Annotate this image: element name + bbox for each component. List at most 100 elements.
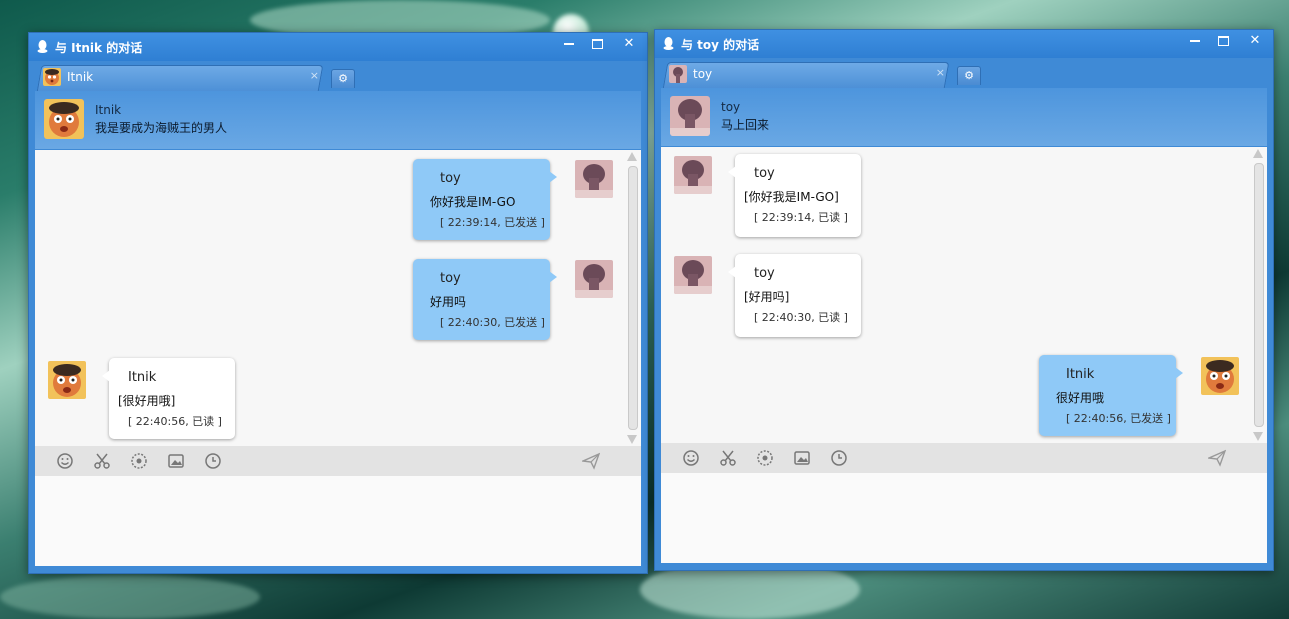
scroll-up-arrow-icon[interactable] [1253,149,1263,158]
close-icon: ✕ [1249,33,1261,48]
image-icon[interactable] [793,449,811,467]
tab-avatar [669,65,687,83]
message-text: 好用吗 [430,295,467,309]
tab-close-icon[interactable]: × [310,69,319,82]
scroll-up-arrow-icon[interactable] [627,152,637,161]
avatar[interactable] [575,160,613,198]
close-icon: ✕ [623,36,635,51]
message-area[interactable]: toy 你好我是IM-GO [ 22:39:14, 已发送 ] toy 好用吗 … [35,150,641,446]
send-paper-plane-icon[interactable] [580,452,601,470]
sender-name: toy [440,171,461,186]
window-title: 与 toy 的对话 [681,38,760,52]
message-time: [ 22:40:56, 已发送 ] [1066,412,1171,425]
message-time: [ 22:40:56, 已读 ] [128,415,222,428]
penguin-icon [37,40,48,53]
minimize-button[interactable] [555,33,583,55]
contact-status: 马上回来 [721,118,770,132]
maximize-button[interactable] [1209,30,1237,52]
contact-header: toy 马上回来 [661,88,1267,146]
gear-icon: ⚙ [964,69,974,82]
avatar[interactable] [674,156,712,194]
chat-window-itnik: 与 Itnik 的对话 ✕ Itnik × ⚙ Itnik 我是要成为海贼王的男… [28,32,648,574]
message-area[interactable]: toy [你好我是IM-GO] [ 22:39:14, 已读 ] toy [好用… [661,147,1267,443]
sender-name: toy [754,166,775,181]
smiley-icon[interactable] [682,449,700,467]
tab-label: Itnik [67,70,94,84]
tab-row: toy × ⚙ [655,58,1273,90]
scroll-down-arrow-icon[interactable] [1253,432,1263,441]
tab-content: toy × [669,64,945,90]
history-clock-icon[interactable] [830,449,848,467]
message-bubble: Itnik [很好用哦] [ 22:40:56, 已读 ] [102,358,235,439]
avatar[interactable] [575,260,613,298]
tab-row: Itnik × ⚙ [29,61,647,93]
tab-label: toy [693,67,713,81]
message-input[interactable] [35,476,641,566]
message-text: [很好用哦] [118,394,176,408]
message-bubble: Itnik 很好用哦 [ 22:40:56, 已发送 ] [1039,355,1183,436]
contact-avatar[interactable] [44,99,84,139]
screenshot-icon[interactable] [130,452,148,470]
contact-name: toy [721,100,741,114]
avatar[interactable] [1201,357,1239,395]
contact-header: Itnik 我是要成为海贼王的男人 [35,91,641,149]
settings-tab-button[interactable]: ⚙ [957,66,981,85]
contact-avatar[interactable] [670,96,710,136]
tab-content: Itnik × [43,67,319,93]
message-input[interactable] [661,473,1267,563]
message-bubble: toy [好用吗] [ 22:40:30, 已读 ] [728,254,861,337]
message-time: [ 22:39:14, 已读 ] [754,211,848,224]
sender-name: toy [754,266,775,281]
scrollbar[interactable] [1253,149,1264,441]
message-bubble: toy [你好我是IM-GO] [ 22:39:14, 已读 ] [728,154,861,237]
close-button[interactable]: ✕ [1241,30,1269,52]
scroll-thumb[interactable] [628,166,638,430]
scroll-thumb[interactable] [1254,163,1264,427]
message-bubble: toy 你好我是IM-GO [ 22:39:14, 已发送 ] [413,159,557,240]
bubble-tail [549,271,557,283]
message-text: 你好我是IM-GO [430,195,516,209]
scrollbar[interactable] [627,152,638,444]
minimize-button[interactable] [1181,30,1209,52]
maximize-icon [1217,35,1229,46]
send-paper-plane-icon[interactable] [1206,449,1227,467]
history-clock-icon[interactable] [204,452,222,470]
maximize-button[interactable] [583,33,611,55]
image-icon[interactable] [167,452,185,470]
bubble-tail [102,370,110,382]
tab-avatar [43,68,61,86]
contact-status: 我是要成为海贼王的男人 [95,121,228,135]
scissors-icon[interactable] [93,452,111,470]
message-text: [你好我是IM-GO] [744,190,839,204]
wallpaper-highlight [0,575,260,619]
close-button[interactable]: ✕ [615,33,643,55]
sender-name: toy [440,271,461,286]
bubble-tail [728,166,736,178]
message-time: [ 22:39:14, 已发送 ] [440,216,545,229]
smiley-icon[interactable] [56,452,74,470]
sender-name: Itnik [1066,367,1095,382]
contact-name: Itnik [95,103,122,117]
scissors-icon[interactable] [719,449,737,467]
screenshot-icon[interactable] [756,449,774,467]
avatar[interactable] [48,361,86,399]
title-bar[interactable]: 与 toy 的对话 ✕ [655,30,1273,58]
minimize-icon [1190,39,1200,42]
bubble-tail [1175,367,1183,379]
title-bar[interactable]: 与 Itnik 的对话 ✕ [29,33,647,61]
scroll-down-arrow-icon[interactable] [627,435,637,444]
message-time: [ 22:40:30, 已读 ] [754,311,848,324]
avatar[interactable] [674,256,712,294]
compose-toolbar [35,446,641,476]
tab-close-icon[interactable]: × [936,66,945,79]
sender-name: Itnik [128,370,157,385]
maximize-icon [591,38,603,49]
message-bubble: toy 好用吗 [ 22:40:30, 已发送 ] [413,259,557,340]
minimize-icon [564,42,574,45]
gear-icon: ⚙ [338,72,348,85]
compose-toolbar [661,443,1267,473]
window-title: 与 Itnik 的对话 [55,41,143,55]
chat-window-toy: 与 toy 的对话 ✕ toy × ⚙ toy 马上回来 toy [你好我是IM… [654,29,1274,571]
message-text: 很好用哦 [1056,391,1105,405]
settings-tab-button[interactable]: ⚙ [331,69,355,88]
